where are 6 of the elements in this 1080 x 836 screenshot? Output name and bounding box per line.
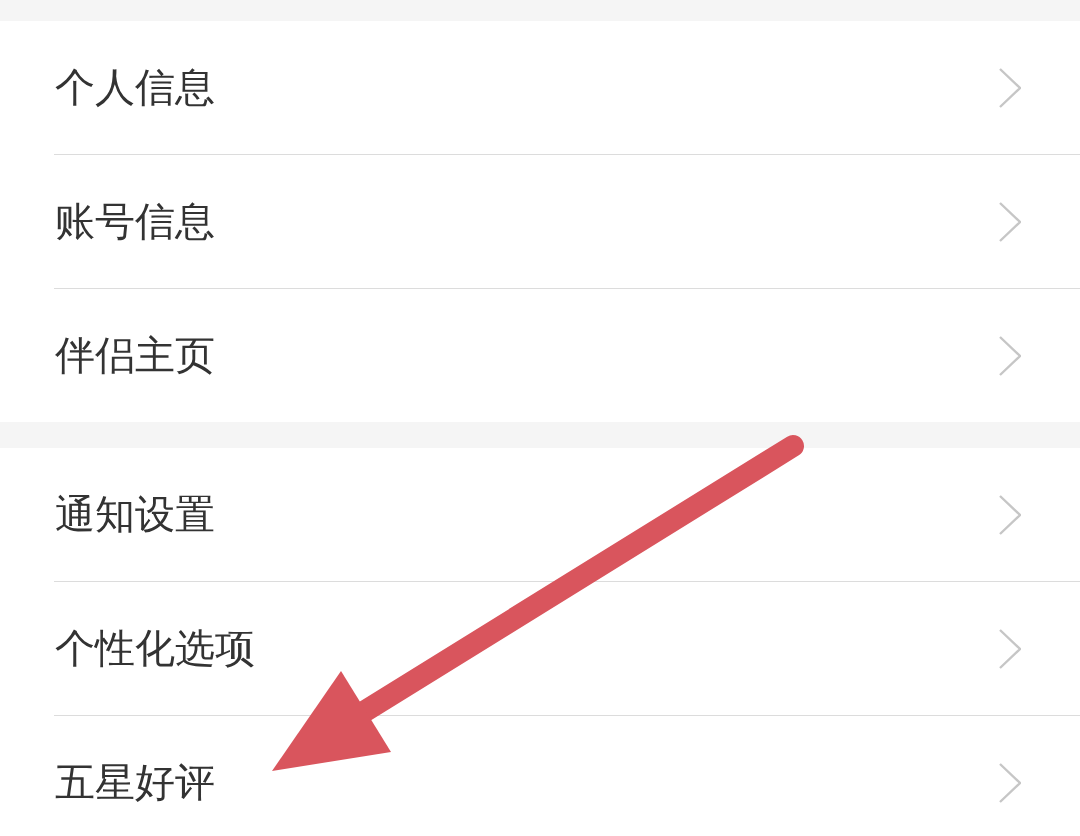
chevron-right-icon — [999, 494, 1021, 535]
chevron-right-icon — [999, 67, 1021, 108]
chevron-right-icon — [999, 201, 1021, 242]
chevron-right-icon — [999, 335, 1021, 376]
chevron-right-icon — [999, 762, 1021, 803]
chevron-right-icon — [999, 628, 1021, 669]
